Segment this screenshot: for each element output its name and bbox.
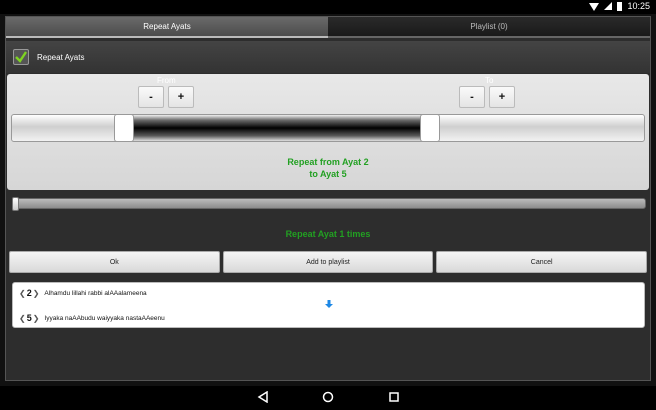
repeat-times-handle[interactable]	[12, 197, 19, 211]
repeat-dialog: Repeat Ayats Playlist (0) Repeat Ayats F…	[5, 16, 651, 381]
range-selection-fill	[124, 115, 434, 141]
ornament-left-icon: ❮	[19, 288, 26, 298]
checkmark-icon	[15, 51, 27, 63]
ayat-range-slider[interactable]	[11, 114, 645, 142]
recents-square-icon[interactable]	[388, 391, 400, 403]
status-bar: 10:25	[0, 0, 656, 14]
add-to-playlist-button[interactable]: Add to playlist	[222, 251, 434, 273]
list-item[interactable]: ❮ 5 ❯ Iyyaka naAAbudu waiyyaka nastaAAee…	[19, 313, 165, 323]
wifi-icon	[589, 3, 600, 11]
from-plus-button[interactable]: +	[168, 86, 194, 108]
screen: 10:25 Repeat Ayats Playlist (0) Repeat A…	[0, 0, 656, 410]
repeat-ayats-row[interactable]: Repeat Ayats	[6, 41, 650, 73]
tab-bar: Repeat Ayats Playlist (0)	[6, 17, 650, 38]
from-label: From	[157, 76, 176, 85]
signal-icon	[604, 2, 613, 10]
tab-playlist[interactable]: Playlist (0)	[328, 17, 650, 38]
ayat-text: Alhamdu lillahi rabbi alAAalameena	[44, 289, 147, 297]
range-start-handle[interactable]	[114, 114, 134, 142]
ornament-right-icon: ❯	[32, 313, 40, 323]
home-circle-icon[interactable]	[322, 391, 334, 403]
ayat-number-badge: ❮ 5 ❯	[19, 313, 40, 323]
battery-icon	[617, 1, 623, 11]
arrow-down-icon	[325, 300, 333, 308]
from-minus-button[interactable]: -	[138, 86, 164, 108]
list-item[interactable]: ❮ 2 ❯ Alhamdu lillahi rabbi alAAalameena	[19, 288, 147, 298]
back-triangle-icon[interactable]	[257, 391, 269, 403]
ayat-list: ❮ 2 ❯ Alhamdu lillahi rabbi alAAalameena…	[12, 282, 645, 328]
range-summary-line1: Repeat from Ayat 2	[287, 157, 369, 167]
ayat-number-badge: ❮ 2 ❯	[19, 288, 40, 298]
ornament-left-icon: ❮	[19, 313, 26, 323]
ayat-text: Iyyaka naAAbudu waiyyaka nastaAAeenu	[44, 314, 165, 322]
repeat-ayats-checkbox[interactable]	[13, 49, 29, 65]
status-time: 10:25	[627, 1, 650, 11]
range-summary: Repeat from Ayat 2 to Ayat 5	[7, 156, 649, 180]
tab-repeat-ayats[interactable]: Repeat Ayats	[6, 17, 328, 38]
repeat-ayats-label: Repeat Ayats	[37, 52, 85, 62]
range-summary-line2: to Ayat 5	[309, 169, 347, 179]
repeat-times-text: Repeat Ayat 1 times	[285, 229, 371, 239]
to-plus-button[interactable]: +	[489, 86, 515, 108]
ayat-range-panel: From To - + - + Repeat from Ayat 2 to Ay…	[7, 74, 649, 190]
to-label: To	[485, 76, 494, 85]
ok-button[interactable]: Ok	[9, 251, 220, 273]
action-buttons: Ok Add to playlist Cancel	[9, 251, 648, 273]
range-end-handle[interactable]	[420, 114, 440, 142]
navigation-bar	[0, 386, 656, 410]
to-minus-button[interactable]: -	[459, 86, 485, 108]
from-stepper: - +	[138, 86, 194, 108]
ornament-right-icon: ❯	[32, 288, 40, 298]
repeat-times-slider[interactable]	[12, 198, 646, 209]
cancel-button[interactable]: Cancel	[436, 251, 648, 273]
to-stepper: - +	[459, 86, 515, 108]
